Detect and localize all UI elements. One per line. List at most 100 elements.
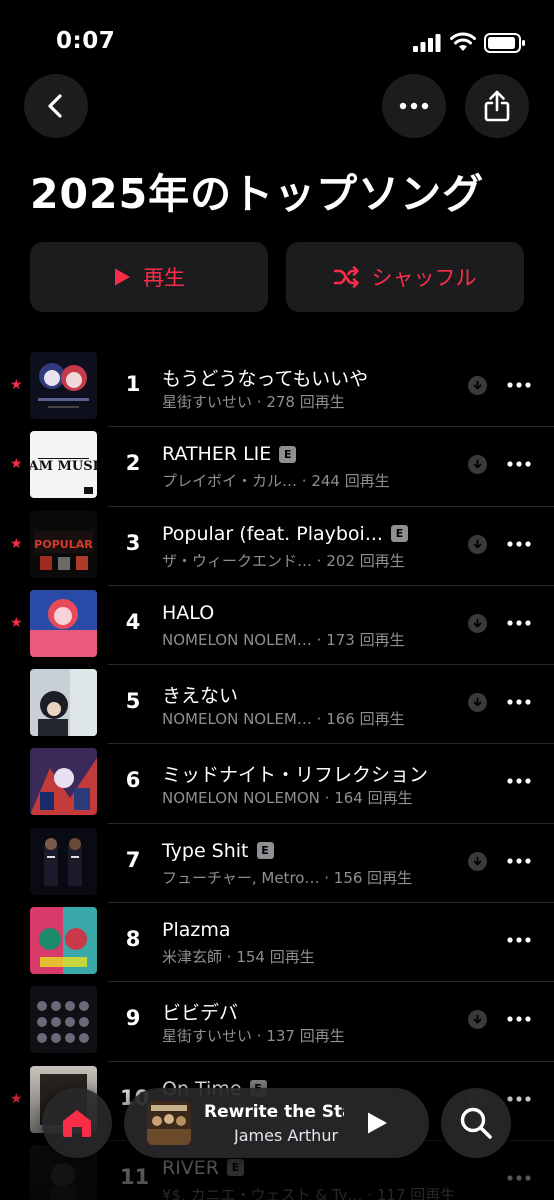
track-rank: 3 [125,530,141,555]
play-button[interactable]: 再生 [30,242,268,312]
explicit-badge: E [227,1159,245,1177]
track-title: Type Shit [162,839,249,862]
track-title-line: RATHER LIE E [162,443,297,466]
ellipsis-icon [507,699,531,705]
track-title: Plazma [162,919,231,942]
home-icon [63,1110,91,1137]
track-more-button[interactable] [506,1165,532,1191]
explicit-badge: E [256,842,274,860]
ellipsis-icon [507,1096,531,1102]
search-button[interactable] [441,1088,511,1158]
track-artist: 米津玄師 · [162,948,232,967]
ellipsis-icon [507,382,531,388]
track-play-count: 278 回再生 [266,393,345,411]
track-title: RIVER [162,1156,220,1179]
track-rank: 8 [125,927,141,952]
share-button[interactable] [465,74,529,138]
track-title-line: Plazma [162,919,231,941]
svg-text:I AM MUSIC: I AM MUSIC [30,459,97,474]
track-more-button[interactable] [506,1086,532,1112]
track-meta: NOMELON NOLEM… · 166 回再生 [162,708,405,729]
track-play-count: 137 回再生 [266,1027,345,1046]
track-row[interactable]: ★ I AM MUSIC 2 RATHER LIE E プレイボイ・カル… · 244 回… [0,427,554,507]
track-title: きえない [162,685,239,708]
ellipsis-icon [507,1016,531,1022]
ellipsis-icon [507,858,531,864]
track-meta: NOMELON NOLEMON · 164 回再生 [162,787,413,808]
play-icon [115,268,130,286]
track-play-count: 156 回再生 [333,868,413,887]
ellipsis-icon [399,102,429,110]
home-button[interactable] [42,1088,112,1158]
track-rank: 5 [125,689,141,714]
track-play-count: 166 回再生 [326,710,405,729]
track-artist: フューチャー, Metro… · [162,868,329,887]
status-time: 0:07 [56,28,116,54]
downloaded-icon [468,455,487,475]
track-artwork [30,352,97,419]
cellular-signal-icon [413,34,441,52]
track-row[interactable]: 5 きえない NOMELON NOLEM… · 166 回再生 [0,665,554,745]
track-meta: プレイボイ・カル… · 244 回再生 [162,470,390,491]
track-more-button[interactable] [506,848,532,874]
track-more-button[interactable] [506,768,532,794]
mini-player-play-button[interactable] [360,1106,394,1140]
downloaded-icon [468,693,487,713]
more-options-button[interactable] [382,74,446,138]
track-title: ビビデバ [162,1002,239,1025]
track-row[interactable]: ★ 4 HALO NOMELON NOLEM… · 173 回再生 [0,586,554,666]
track-title-line: ミッドナイト・リフレクション [162,760,428,787]
wifi-icon [450,32,476,51]
now-playing-artwork [147,1101,191,1145]
track-title-line: Popular (feat. Playboi... E [162,523,408,545]
track-title-line: Type Shit E [162,840,274,862]
shuffle-button[interactable]: シャッフル [286,242,524,312]
track-more-button[interactable] [506,531,532,557]
track-more-button[interactable] [506,451,532,477]
track-title: RATHER LIE [162,443,272,466]
track-rank: 4 [125,609,141,634]
track-row[interactable]: 6 ミッドナイト・リフレクション NOMELON NOLEMON · 164 回再生 [0,744,554,824]
track-play-count: 173 回再生 [326,630,405,649]
track-row[interactable]: 9 ビビデバ 星街すいせい · 137 回再生 [0,982,554,1062]
favorite-star-icon: ★ [10,456,23,473]
track-play-count: 164 回再生 [334,789,413,808]
track-more-button[interactable] [506,1006,532,1032]
track-more-button[interactable] [506,689,532,715]
track-more-button[interactable] [506,610,532,636]
explicit-badge: E [279,445,297,463]
track-row[interactable]: 7 Type Shit E フューチャー, Metro… · 156 回再生 [0,824,554,904]
track-more-button[interactable] [506,927,532,953]
shuffle-icon [333,266,359,288]
track-more-button[interactable] [506,372,532,398]
track-artwork [30,827,97,895]
track-play-count: 154 回再生 [236,948,315,967]
status-bar: 0:07 [0,0,554,80]
track-artist: NOMELON NOLEM… · [162,710,322,729]
track-title-line: RIVER E [162,1156,245,1179]
ellipsis-icon [507,1175,531,1181]
ellipsis-icon [507,540,531,547]
track-row[interactable]: ★ 1 もうどうなってもいいや 星街すいせい · 278 回再生 [0,348,554,428]
page-title: 2025年のトップソング [30,170,485,218]
track-meta: ザ・ウィークエンド… · 202 回再生 [162,550,405,571]
track-artwork [30,669,97,737]
search-icon [460,1107,492,1139]
chevron-left-icon [48,94,62,118]
track-play-count: · 244 回再生 [301,472,390,491]
track-title-line: ビビデバ [162,998,238,1025]
track-rank: 2 [125,451,141,476]
track-meta: NOMELON NOLEM… · 173 回再生 [162,629,405,650]
back-button[interactable] [24,74,88,138]
play-button-label: 再生 [143,266,185,290]
track-row[interactable]: ★ POPULAR 3 Popular (feat. Playboi... E ザ・ウィー… [0,507,554,586]
shuffle-button-label: シャッフル [371,266,477,290]
downloaded-icon [468,851,487,871]
mini-player[interactable]: Rewrite the Stars James Arthur [124,1088,429,1158]
play-icon [368,1112,387,1134]
track-row[interactable]: 8 Plazma 米津玄師 · 154 回再生 [0,903,554,983]
downloaded-icon [468,1010,487,1030]
favorite-star-icon: ★ [10,1090,23,1107]
track-rank: 1 [125,372,141,396]
track-list: ★ 1 もうどうなってもいいや星街すいせい · 278 回再生 ★ I AM MUSIC… [0,348,554,1200]
